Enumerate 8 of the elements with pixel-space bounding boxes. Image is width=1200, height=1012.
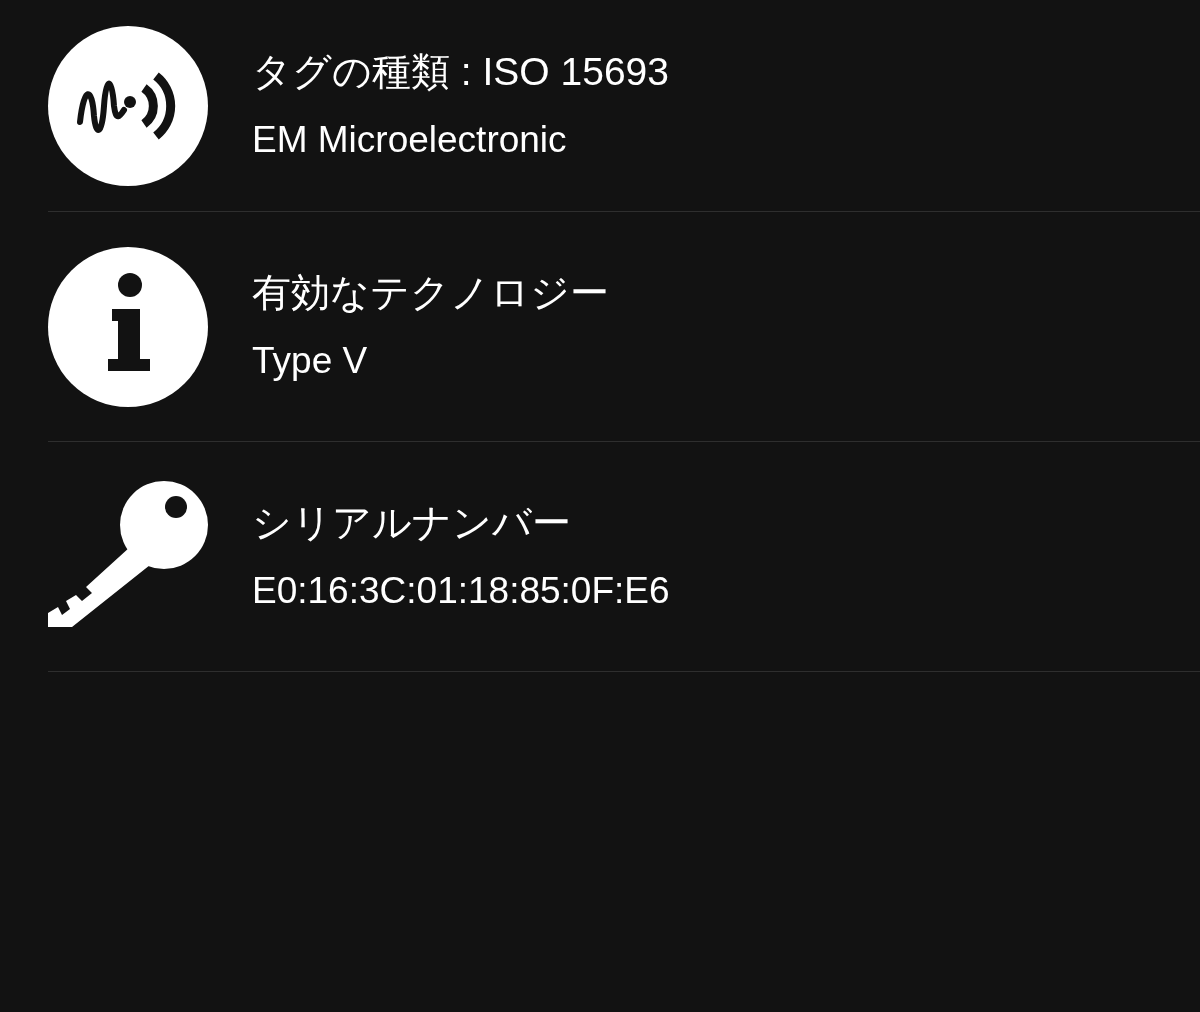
row-title: タグの種類 : ISO 15693 <box>252 48 669 95</box>
row-value: E0:16:3C:01:18:85:0F:E6 <box>252 568 670 613</box>
nfc-wave-icon <box>48 25 208 186</box>
row-title: シリアルナンバー <box>252 499 572 546</box>
row-value: Type V <box>252 338 369 383</box>
info-icon <box>48 246 208 407</box>
row-title: 有効なテクノロジー <box>252 269 609 316</box>
row-value: EM Microelectronic <box>252 117 568 162</box>
